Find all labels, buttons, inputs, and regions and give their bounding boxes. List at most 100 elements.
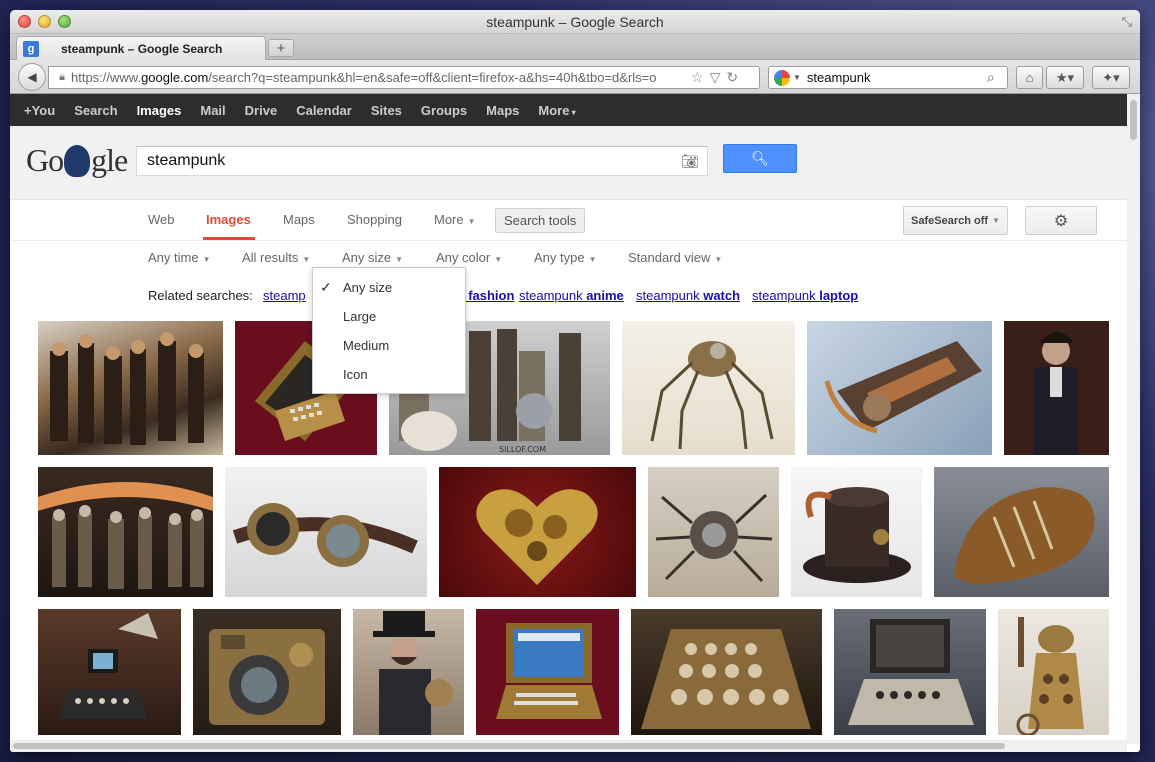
gbar-item-more[interactable]: More ▾ bbox=[538, 103, 575, 118]
gbar-item-mail[interactable]: Mail bbox=[200, 103, 225, 118]
gbar-item-search[interactable]: Search bbox=[74, 103, 117, 118]
google-logo[interactable]: Go gle bbox=[26, 142, 128, 179]
search-input[interactable]: steampunk 📷︎ bbox=[136, 146, 708, 176]
url-bar[interactable]: 🔒︎ https://www.google.com/search?q=steam… bbox=[48, 66, 760, 89]
search-tools-button[interactable]: Search tools bbox=[495, 208, 586, 233]
tab-strip: g steampunk – Google Search + bbox=[10, 34, 1140, 60]
window-title: steampunk – Google Search bbox=[486, 14, 664, 30]
gbar-item-sites[interactable]: Sites bbox=[371, 103, 402, 118]
tool-time[interactable]: Any time ▼ bbox=[148, 250, 211, 265]
tool-results[interactable]: All results ▼ bbox=[242, 250, 310, 265]
search-icon[interactable]: ⌕ bbox=[987, 69, 995, 86]
thumb-art bbox=[650, 341, 774, 450]
thumb-art bbox=[824, 341, 982, 434]
size-option-icon[interactable]: Icon bbox=[313, 360, 465, 389]
tab-label: steampunk – Google Search bbox=[61, 41, 223, 56]
image-thumbnail[interactable] bbox=[998, 609, 1109, 735]
new-tab-button[interactable]: + bbox=[268, 39, 294, 57]
related-link-partial[interactable]: steamp bbox=[263, 288, 306, 303]
bookmark-star-icon[interactable]: ☆ bbox=[691, 69, 704, 86]
vertical-scroll-thumb[interactable] bbox=[1130, 100, 1137, 140]
bookmarks-button[interactable]: ★▾ bbox=[1046, 66, 1084, 89]
search-query: steampunk bbox=[147, 152, 226, 169]
fullscreen-icon[interactable]: ⤡ bbox=[1122, 14, 1132, 30]
thumb-art bbox=[58, 613, 158, 719]
navigation-bar: 🔒︎ https://www.google.com/search?q=steam… bbox=[10, 60, 1140, 94]
image-thumbnail[interactable] bbox=[225, 467, 427, 597]
image-thumbnail[interactable] bbox=[834, 609, 986, 735]
thumb-art bbox=[209, 629, 325, 725]
tool-view[interactable]: Standard view ▼ bbox=[628, 250, 722, 265]
history-dropdown-icon[interactable]: ▽ bbox=[710, 69, 721, 86]
horizontal-scroll-thumb[interactable] bbox=[13, 743, 1005, 749]
related-link-watch[interactable]: steampunk watch bbox=[636, 288, 740, 303]
image-thumbnail[interactable] bbox=[648, 467, 779, 597]
tool-size[interactable]: Any size ▼ bbox=[342, 250, 403, 265]
gbar-item-maps[interactable]: Maps bbox=[486, 103, 519, 118]
tab-images[interactable]: Images bbox=[206, 212, 251, 227]
tab-shopping[interactable]: Shopping bbox=[347, 212, 402, 227]
settings-button[interactable]: ⚙︎ bbox=[1025, 206, 1097, 235]
image-thumbnail[interactable] bbox=[38, 609, 181, 735]
tab-maps[interactable]: Maps bbox=[283, 212, 315, 227]
lock-icon: 🔒︎ bbox=[59, 71, 65, 83]
tool-type[interactable]: Any type ▼ bbox=[534, 250, 597, 265]
google-favicon-icon: g bbox=[23, 40, 39, 57]
image-thumbnail[interactable] bbox=[193, 609, 341, 735]
safesearch-button[interactable]: SafeSearch off ▼ bbox=[903, 206, 1008, 235]
active-tab-underline bbox=[203, 237, 255, 240]
thumb-art bbox=[655, 493, 773, 583]
chevron-down-icon: ▼ bbox=[202, 255, 211, 264]
image-thumbnail[interactable] bbox=[631, 609, 822, 735]
google-bar: +You Search Images Mail Drive Calendar S… bbox=[10, 94, 1140, 126]
tools-menu-button[interactable]: ✦▾ bbox=[1092, 66, 1130, 89]
image-thumbnail[interactable] bbox=[791, 467, 922, 597]
image-thumbnail[interactable] bbox=[476, 609, 619, 735]
thumb-art bbox=[1016, 617, 1084, 735]
thumb-art bbox=[848, 619, 974, 725]
gbar-item-groups[interactable]: Groups bbox=[421, 103, 467, 118]
browser-window: steampunk – Google Search ⤡ g steampunk … bbox=[10, 10, 1140, 752]
image-thumbnail[interactable] bbox=[1004, 321, 1109, 455]
home-button[interactable]: ⌂ bbox=[1016, 66, 1043, 89]
size-option-medium[interactable]: Medium bbox=[313, 331, 465, 360]
image-thumbnail[interactable] bbox=[622, 321, 795, 455]
gbar-item-calendar[interactable]: Calendar bbox=[296, 103, 352, 118]
tab-more[interactable]: More ▼ bbox=[434, 212, 476, 227]
url-text: https://www.google.com/search?q=steampun… bbox=[71, 70, 657, 85]
browser-search-box[interactable]: ▼ steampunk ⌕ bbox=[768, 66, 1008, 89]
search-button[interactable]: 🔍︎ bbox=[723, 144, 797, 173]
thumb-art bbox=[232, 503, 418, 567]
related-link-anime[interactable]: steampunk anime bbox=[519, 288, 624, 303]
size-option-any[interactable]: ✓ Any size bbox=[313, 273, 465, 302]
browser-tab[interactable]: g steampunk – Google Search bbox=[16, 36, 266, 60]
tab-web[interactable]: Web bbox=[148, 212, 175, 227]
thumb-art bbox=[803, 487, 911, 583]
image-thumbnail[interactable] bbox=[353, 609, 464, 735]
size-option-large[interactable]: Large bbox=[313, 302, 465, 331]
image-thumbnail[interactable] bbox=[439, 467, 636, 597]
gbar-item-you[interactable]: +You bbox=[24, 103, 55, 118]
image-thumbnail[interactable] bbox=[807, 321, 992, 455]
thumb-art bbox=[954, 487, 1095, 585]
chevron-down-icon: ▼ bbox=[714, 255, 723, 264]
horizontal-scrollbar[interactable] bbox=[10, 740, 1127, 752]
back-button[interactable]: ◀ bbox=[18, 63, 46, 91]
chevron-down-icon: ▼ bbox=[302, 255, 311, 264]
google-engine-icon[interactable] bbox=[774, 69, 790, 86]
tool-color[interactable]: Any color ▼ bbox=[436, 250, 502, 265]
gear-icon: ⚙︎ bbox=[1053, 212, 1069, 230]
vertical-scrollbar[interactable] bbox=[1127, 94, 1140, 744]
reload-icon[interactable]: ↻ bbox=[726, 69, 738, 86]
image-thumbnail[interactable] bbox=[38, 321, 223, 455]
chevron-down-icon: ▼ bbox=[992, 216, 1000, 225]
camera-icon[interactable]: 📷︎ bbox=[681, 153, 699, 170]
gbar-item-drive[interactable]: Drive bbox=[245, 103, 278, 118]
image-thumbnail[interactable] bbox=[38, 467, 213, 597]
gbar-item-images[interactable]: Images bbox=[137, 103, 182, 118]
engine-dropdown-icon[interactable]: ▼ bbox=[793, 73, 801, 82]
bookmarks-icon: ★▾ bbox=[1055, 69, 1075, 85]
chevron-down-icon: ▼ bbox=[467, 217, 476, 226]
related-link-laptop[interactable]: steampunk laptop bbox=[752, 288, 858, 303]
image-thumbnail[interactable] bbox=[934, 467, 1109, 597]
